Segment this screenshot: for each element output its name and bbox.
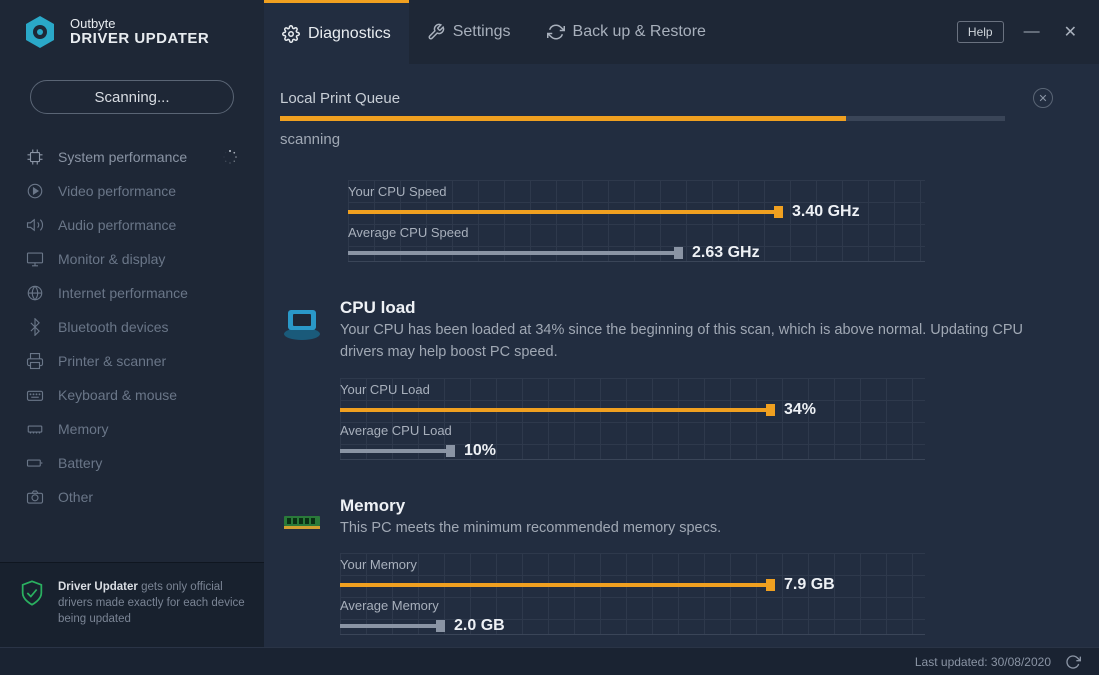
keyboard-icon [26,386,44,404]
sidebar-item-label: Audio performance [58,217,176,233]
sidebar-item-keyboard-mouse[interactable]: Keyboard & mouse [0,378,264,412]
cancel-scan-button[interactable]: ✕ [1033,88,1053,108]
your-memory-value: 7.9 GB [784,576,835,594]
section-memory: Memory This PC meets the minimum recomme… [280,496,1053,636]
avg-cpu-load-bar [340,449,450,453]
gear-icon [282,25,300,43]
refresh-icon [547,23,565,41]
metric-label: Average CPU Speed [348,221,1045,244]
sidebar-item-bluetooth-devices[interactable]: Bluetooth devices [0,310,264,344]
globe-icon [26,284,44,302]
tab-label: Diagnostics [308,25,391,43]
tab-diagnostics[interactable]: Diagnostics [264,0,409,64]
sidebar-item-label: Monitor & display [58,251,165,267]
brand-text: Outbyte DRIVER UPDATER [70,17,209,48]
logo-area: Outbyte DRIVER UPDATER [0,0,264,64]
footer: Last updated: 30/08/2020 [0,647,1099,675]
sidebar-item-monitor-display[interactable]: Monitor & display [0,242,264,276]
metrics-scroll-area[interactable]: Your CPU Speed 3.40 GHz Average CPU Spee… [264,160,1099,647]
tab-settings[interactable]: Settings [409,0,529,64]
scan-progress-fill [280,116,846,121]
sidebar-items: System performance Video performance Aud… [0,140,264,562]
content-area: Local Print Queue ✕ scanning Your CPU Sp… [264,64,1099,647]
metric-cpu-speed: Your CPU Speed 3.40 GHz Average CPU Spee… [348,180,1045,262]
refresh-icon[interactable] [1065,654,1081,670]
cpu-3d-icon [280,300,324,344]
brand-line1: Outbyte [70,17,209,31]
printer-icon [26,352,44,370]
your-cpu-load-value: 34% [784,401,816,419]
sidebar-item-label: Printer & scanner [58,353,166,369]
sidebar-item-label: Memory [58,421,109,437]
sidebar-item-other[interactable]: Other [0,480,264,514]
help-button[interactable]: Help [957,21,1004,43]
section-desc: This PC meets the minimum recommended me… [340,518,1053,540]
section-title: CPU load [340,298,1053,318]
metric-label: Your CPU Speed [348,180,1045,203]
your-memory-bar [340,583,770,587]
sidebar: Scanning... System performance Video per… [0,64,264,647]
avg-cpu-speed-value: 2.63 GHz [692,244,760,262]
scan-queue-label: Local Print Queue [280,90,1005,107]
sidebar-item-system-performance[interactable]: System performance [0,140,264,174]
sidebar-item-label: Battery [58,455,102,471]
section-title: Memory [340,496,1053,516]
app-logo-icon [22,14,58,50]
your-cpu-speed-value: 3.40 GHz [792,203,860,221]
sidebar-footer-text: Driver Updater gets only official driver… [58,579,246,627]
sidebar-item-battery[interactable]: Battery [0,446,264,480]
tab-backup-restore[interactable]: Back up & Restore [529,0,724,64]
close-icon[interactable]: ✕ [1060,18,1081,46]
avg-memory-bar [340,624,440,628]
metric-label: Average CPU Load [340,419,1045,442]
scan-status-label: scanning [280,131,1053,148]
your-cpu-load-bar [340,408,770,412]
shield-check-icon [18,579,46,607]
sidebar-item-label: Other [58,489,93,505]
battery-icon [26,454,44,472]
titlebar: Outbyte DRIVER UPDATER Diagnostics Setti… [0,0,1099,64]
last-updated-label: Last updated: 30/08/2020 [915,655,1051,669]
sidebar-item-memory[interactable]: Memory [0,412,264,446]
tools-icon [427,23,445,41]
metric-label: Your Memory [340,553,1045,576]
avg-cpu-speed-bar [348,251,678,255]
sidebar-item-label: Keyboard & mouse [58,387,177,403]
sidebar-footer: Driver Updater gets only official driver… [0,562,264,647]
scan-button[interactable]: Scanning... [30,80,234,114]
monitor-icon [26,250,44,268]
speaker-icon [26,216,44,234]
scan-header: Local Print Queue ✕ scanning [264,64,1099,160]
section-desc: Your CPU has been loaded at 34% since th… [340,320,1053,364]
play-icon [26,182,44,200]
avg-memory-value: 2.0 GB [454,617,505,635]
main-tabs: Diagnostics Settings Back up & Restore [264,0,724,64]
metric-label: Your CPU Load [340,378,1045,401]
camera-icon [26,488,44,506]
memory-icon [26,420,44,438]
chip-icon [26,148,44,166]
window-controls: Help — ✕ [957,0,1099,64]
metric-label: Average Memory [340,594,1045,617]
scan-progress-track [280,116,1005,121]
sidebar-item-label: System performance [58,149,187,165]
brand-line2: DRIVER UPDATER [70,31,209,48]
sidebar-item-internet-performance[interactable]: Internet performance [0,276,264,310]
sidebar-item-label: Bluetooth devices [58,319,169,335]
spinner-icon [222,149,238,165]
section-cpu-load: CPU load Your CPU has been loaded at 34%… [280,298,1053,460]
minimize-icon[interactable]: — [1020,19,1044,45]
sidebar-item-label: Video performance [58,183,176,199]
ram-stick-icon [280,498,324,542]
your-cpu-speed-bar [348,210,778,214]
tab-label: Back up & Restore [573,23,706,41]
sidebar-item-video-performance[interactable]: Video performance [0,174,264,208]
avg-cpu-load-value: 10% [464,442,496,460]
bluetooth-icon [26,318,44,336]
sidebar-item-label: Internet performance [58,285,188,301]
tab-label: Settings [453,23,511,41]
sidebar-item-printer-scanner[interactable]: Printer & scanner [0,344,264,378]
sidebar-item-audio-performance[interactable]: Audio performance [0,208,264,242]
